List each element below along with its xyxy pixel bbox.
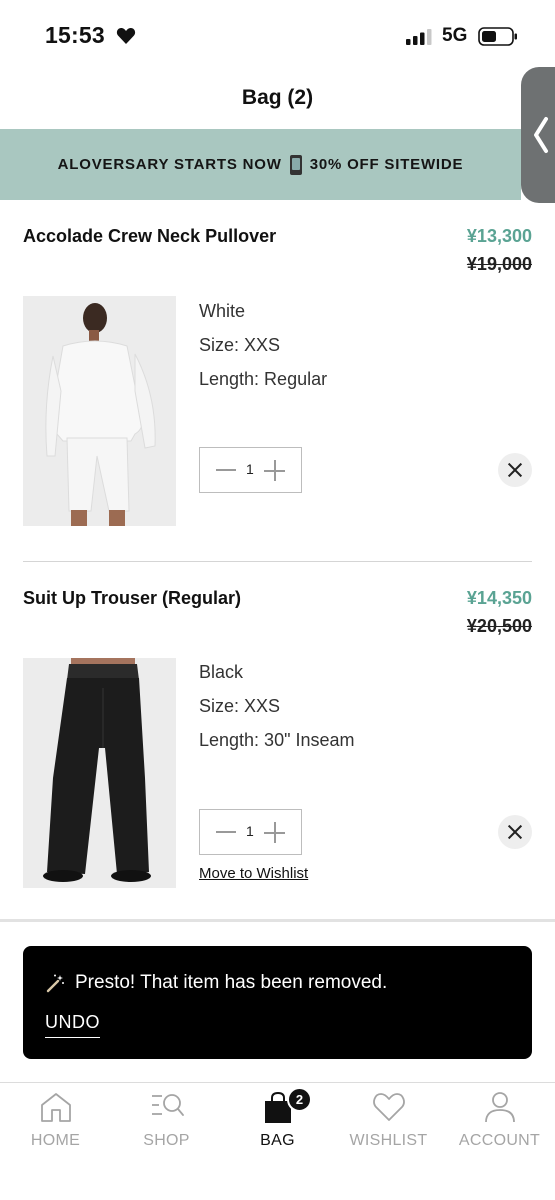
minus-icon[interactable] [216, 831, 236, 833]
undo-button[interactable]: UNDO [45, 1012, 100, 1038]
remove-item-button[interactable] [498, 815, 532, 849]
quantity-value: 1 [246, 823, 254, 839]
original-price: ¥19,000 [466, 254, 532, 274]
side-collapse-tab[interactable] [521, 67, 555, 203]
battery-icon [478, 27, 517, 46]
tab-label: ACCOUNT [458, 1132, 541, 1149]
product-image[interactable] [23, 296, 176, 526]
status-time: 15:53 [45, 22, 105, 48]
item-length: Length: 30" Inseam [199, 730, 355, 750]
removed-toast: Presto! That item has been removed. UNDO [23, 946, 532, 1059]
sale-price: ¥14,350 [466, 588, 532, 608]
bottom-tab-bar: HOME SHOP 2 BAG WISHLIST ACCOUNT [0, 1082, 555, 1200]
tab-label: SHOP [143, 1132, 190, 1149]
heart-outline-icon [372, 1093, 405, 1121]
tab-bag[interactable]: 2 BAG [222, 1083, 333, 1173]
tab-shop[interactable]: SHOP [111, 1083, 222, 1173]
item-name[interactable]: Accolade Crew Neck Pullover [23, 226, 276, 247]
quantity-value: 1 [246, 461, 254, 477]
cart-item: Suit Up Trouser (Regular) ¥14,350 ¥20,50… [0, 588, 555, 918]
chevron-left-icon [534, 117, 548, 153]
promo-text-right: 30% OFF SITEWIDE [309, 156, 464, 173]
section-divider [0, 919, 555, 922]
item-name[interactable]: Suit Up Trouser (Regular) [23, 588, 241, 609]
tab-label: HOME [30, 1132, 81, 1149]
promo-text-left: ALOVERSARY STARTS NOW [57, 156, 282, 173]
sale-price: ¥13,300 [466, 226, 532, 246]
status-bar: 15:53 5G [0, 0, 555, 72]
bag-count-badge: 2 [287, 1087, 312, 1112]
tab-label: WISHLIST [349, 1132, 428, 1149]
plus-icon[interactable] [264, 460, 285, 481]
tab-wishlist[interactable]: WISHLIST [333, 1083, 444, 1173]
original-price: ¥20,500 [466, 616, 532, 636]
product-photo-pullover [23, 296, 176, 526]
cart-item: Accolade Crew Neck Pullover ¥13,300 ¥19,… [0, 226, 555, 526]
item-color: White [199, 301, 246, 321]
minus-icon[interactable] [216, 469, 236, 471]
shop-search-icon [151, 1094, 184, 1116]
item-color: Black [199, 662, 244, 682]
signal-icon [406, 29, 432, 45]
product-image[interactable] [23, 658, 176, 888]
promo-banner[interactable]: ALOVERSARY STARTS NOW 30% OFF SITEWIDE [0, 129, 521, 200]
magic-wand-icon [46, 974, 64, 993]
item-size: Size: XXS [199, 696, 281, 716]
person-icon [484, 1092, 515, 1123]
tab-label: BAG [260, 1132, 295, 1149]
item-divider [23, 561, 532, 562]
tab-home[interactable]: HOME [0, 1083, 111, 1173]
remove-item-button[interactable] [498, 453, 532, 487]
product-photo-trouser [23, 658, 176, 888]
network-label: 5G [442, 25, 468, 46]
item-size: Size: XXS [199, 335, 281, 355]
plus-icon[interactable] [264, 822, 285, 843]
home-icon [40, 1093, 71, 1122]
item-length: Length: Regular [199, 369, 328, 389]
quantity-stepper: 1 [199, 809, 302, 855]
heart-icon [116, 28, 136, 44]
toast-message: Presto! That item has been removed. [75, 972, 388, 993]
quantity-stepper: 1 [199, 447, 302, 493]
move-to-wishlist-link[interactable]: Move to Wishlist [199, 865, 308, 882]
page-title: Bag (2) [241, 86, 314, 109]
phone-icon [289, 154, 302, 175]
tab-account[interactable]: ACCOUNT [444, 1083, 555, 1173]
